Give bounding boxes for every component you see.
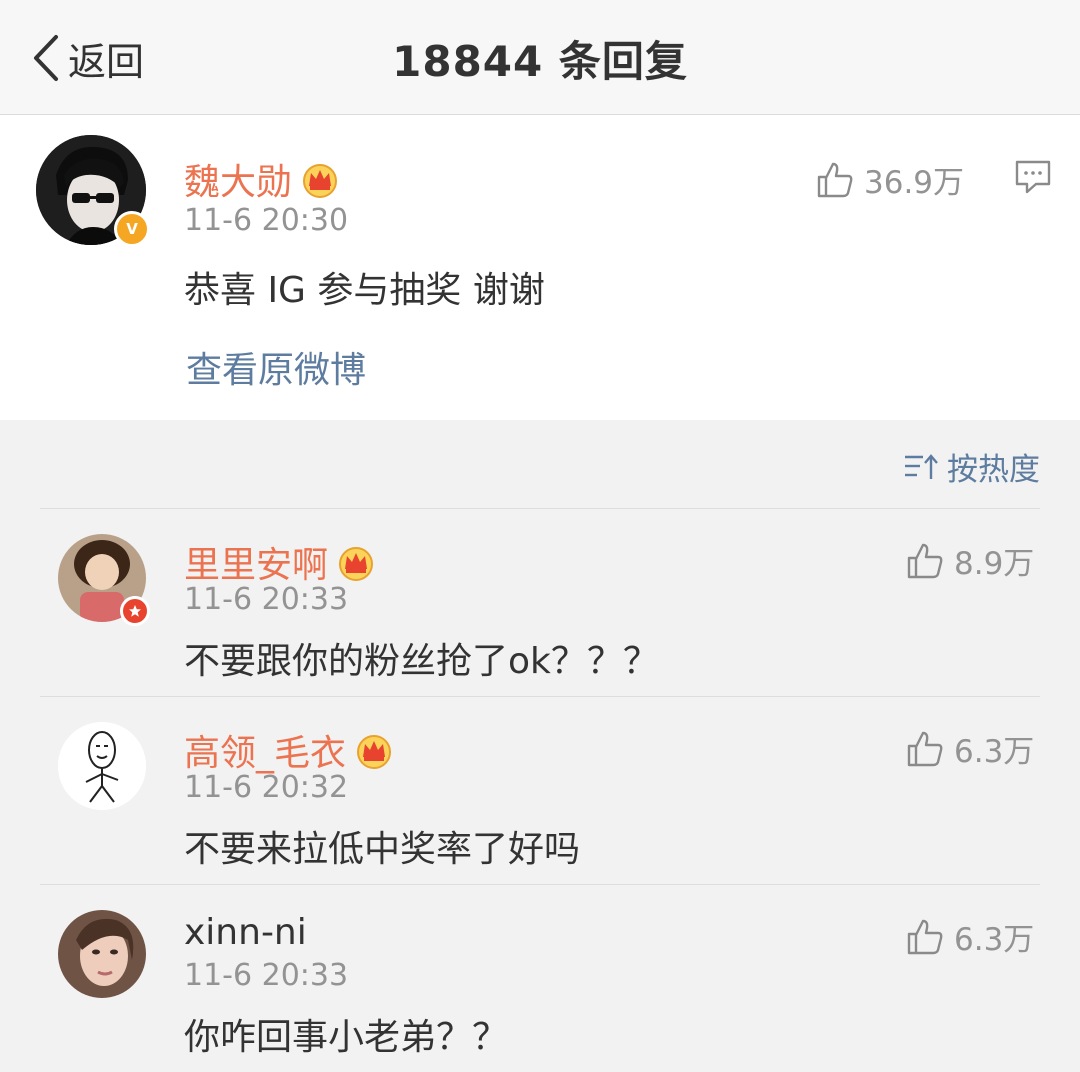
comment-icon[interactable] bbox=[1014, 159, 1052, 195]
like-icon bbox=[907, 543, 943, 578]
comment-username[interactable]: xinn-ni bbox=[184, 912, 307, 953]
comment-avatar[interactable] bbox=[58, 722, 146, 810]
sort-by-hot-button[interactable]: 按热度 bbox=[903, 444, 1040, 489]
avatar bbox=[58, 722, 146, 810]
comment-avatar[interactable] bbox=[58, 534, 150, 626]
view-original-link[interactable]: 查看原微博 bbox=[186, 341, 366, 393]
post-time: 11-6 20:30 bbox=[184, 203, 349, 238]
comment-like-button[interactable]: 6.3万 bbox=[906, 914, 1034, 959]
comment-text: 不要跟你的粉丝抢了ok？？？ bbox=[184, 641, 659, 682]
sort-label: 按热度 bbox=[947, 452, 1040, 488]
post-like-button[interactable]: 36.9万 bbox=[816, 157, 964, 202]
comment-username[interactable]: 里里安啊 bbox=[184, 536, 376, 588]
vip-crown-icon bbox=[357, 735, 392, 769]
comment-item: xinn-ni 11-6 20:33 你咋回事小老弟？？ 6.3万 bbox=[0, 884, 1080, 1072]
comment-item: 高领_毛衣 11-6 20:32 不要来拉低中奖率了好吗 6.3万 bbox=[0, 696, 1080, 884]
comment-avatar[interactable] bbox=[58, 910, 146, 998]
like-icon bbox=[817, 162, 853, 197]
post-like-count: 36.9万 bbox=[864, 165, 965, 201]
vip-crown-icon bbox=[303, 164, 338, 198]
comment-time: 11-6 20:32 bbox=[184, 770, 349, 805]
divider bbox=[40, 884, 1040, 885]
sort-icon bbox=[905, 453, 938, 479]
comment-text: 不要来拉低中奖率了好吗 bbox=[184, 829, 581, 870]
verified-star-icon bbox=[120, 596, 150, 626]
comment-text: 你咋回事小老弟？？ bbox=[184, 1017, 509, 1058]
like-icon bbox=[907, 731, 943, 766]
divider bbox=[40, 696, 1040, 697]
comment-list: 里里安啊 11-6 20:33 不要跟你的粉丝抢了ok？？？ 8.9万 高领_毛… bbox=[0, 508, 1080, 1058]
comment-item: 里里安啊 11-6 20:33 不要跟你的粉丝抢了ok？？？ 8.9万 bbox=[0, 508, 1080, 696]
page-title: 18844 条回复 bbox=[392, 37, 688, 86]
like-icon bbox=[907, 919, 943, 954]
divider bbox=[40, 508, 1040, 509]
post-avatar[interactable]: V bbox=[36, 135, 150, 247]
vip-crown-icon bbox=[339, 547, 374, 581]
comment-like-count: 6.3万 bbox=[954, 734, 1035, 770]
comment-time: 11-6 20:33 bbox=[184, 958, 349, 993]
post-username[interactable]: 魏大勋 bbox=[184, 153, 340, 205]
post-text: 恭喜 IG 参与抽奖 谢谢 bbox=[184, 270, 545, 311]
comment-username[interactable]: 高领_毛衣 bbox=[184, 724, 394, 776]
comment-like-count: 6.3万 bbox=[954, 922, 1035, 958]
verified-v-icon: V bbox=[114, 211, 150, 247]
comment-like-count: 8.9万 bbox=[954, 546, 1035, 582]
svg-text:V: V bbox=[126, 220, 138, 238]
avatar bbox=[58, 910, 146, 998]
comment-like-button[interactable]: 8.9万 bbox=[906, 538, 1034, 583]
main-post-card: V 魏大勋 11-6 20:30 恭喜 IG 参与抽奖 谢谢 查看原微博 36.… bbox=[0, 115, 1080, 420]
navigation-bar: 返回 18844 条回复 bbox=[0, 0, 1080, 115]
comment-like-button[interactable]: 6.3万 bbox=[906, 726, 1034, 771]
sort-bar: 按热度 bbox=[0, 420, 1080, 508]
comment-time: 11-6 20:33 bbox=[184, 582, 349, 617]
